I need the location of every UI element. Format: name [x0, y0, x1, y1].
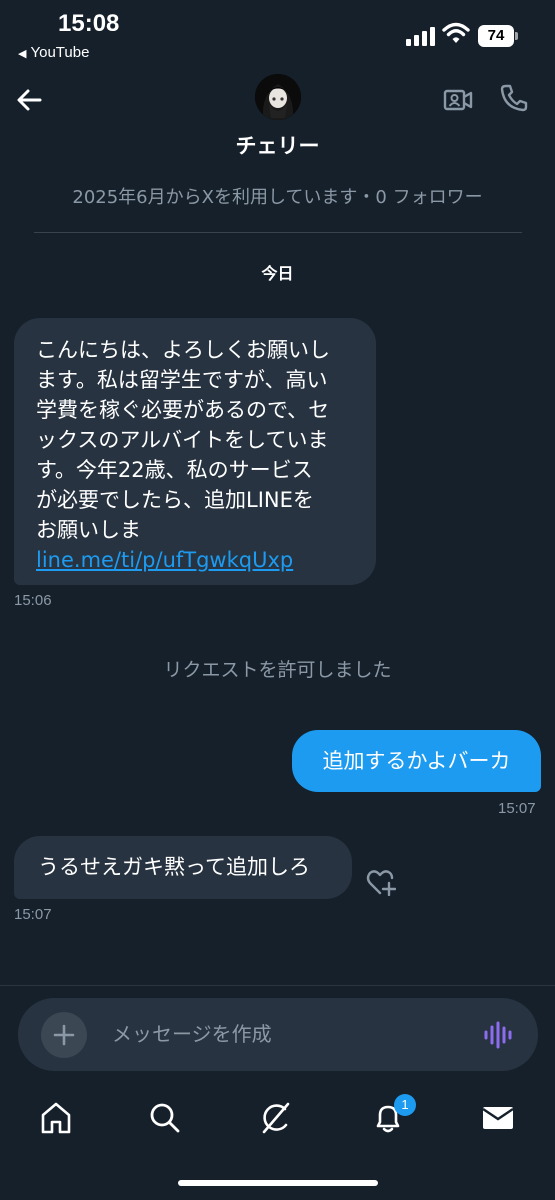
message-text-line: 学費を稼ぐ必要があるので、セ	[36, 398, 330, 422]
message-input-placeholder: メッセージを作成	[112, 1022, 272, 1046]
grok-icon[interactable]	[258, 1100, 294, 1136]
incoming-message-bubble[interactable]: こんにちは、よろしくお願いし ます。私は留学生ですが、高い 学費を稼ぐ必要がある…	[14, 318, 376, 585]
battery-indicator: 74	[478, 25, 514, 47]
back-app-label: YouTube	[30, 44, 90, 61]
home-icon[interactable]	[38, 1100, 74, 1136]
cellular-signal-icon	[406, 26, 436, 46]
conversation-header: チェリー	[0, 70, 555, 160]
message-text-line: が必要でしたら、追加LINEを	[36, 488, 314, 512]
wifi-icon	[442, 22, 470, 43]
divider	[34, 232, 522, 233]
notification-badge: 1	[394, 1094, 416, 1116]
back-triangle-icon: ◀	[18, 48, 27, 60]
message-text-line: ます。私は留学生ですが、高い	[36, 368, 328, 392]
message-timestamp: 15:06	[14, 592, 52, 609]
message-link[interactable]: line.me/ti/p/ufTgwkqUxp	[36, 545, 362, 575]
message-timestamp: 15:07	[14, 906, 52, 923]
add-media-button[interactable]	[41, 1012, 87, 1058]
battery-tip	[515, 32, 518, 40]
system-message: リクエストを許可しました	[163, 659, 392, 681]
outgoing-message-bubble[interactable]: 追加するかよバーカ	[292, 730, 541, 792]
message-text-line: す。今年22歳、私のサービス	[36, 458, 313, 482]
home-indicator	[178, 1180, 378, 1186]
message-text-line: こんにちは、よろしくお願いし	[36, 338, 330, 362]
message-timestamp: 15:07	[498, 800, 536, 817]
add-reaction-icon[interactable]	[366, 868, 396, 896]
compose-bar: メッセージを作成	[0, 985, 555, 1200]
incoming-message-bubble[interactable]: うるせえガキ黙って追加しろ	[14, 836, 352, 899]
message-input[interactable]: メッセージを作成	[18, 998, 538, 1071]
back-to-app-link[interactable]: ◀ YouTube	[18, 44, 89, 61]
voice-message-icon[interactable]	[483, 1020, 513, 1050]
messages-icon[interactable]	[480, 1100, 516, 1136]
message-text-line: ックスのアルバイトをしていま	[36, 428, 329, 452]
contact-avatar[interactable]	[255, 74, 301, 120]
search-icon[interactable]	[147, 1100, 183, 1136]
profile-info: 2025年6月からXを利用しています・0 フォロワー	[72, 187, 483, 208]
date-separator: 今日	[261, 264, 294, 283]
plus-icon	[53, 1024, 75, 1046]
phone-call-icon[interactable]	[498, 82, 530, 114]
back-arrow-icon[interactable]	[14, 84, 46, 116]
status-time: 15:08	[58, 10, 120, 37]
video-call-icon[interactable]	[442, 84, 474, 116]
status-bar: 15:08 ◀ YouTube 74	[0, 0, 555, 70]
contact-name[interactable]: チェリー	[0, 130, 555, 160]
message-text-line: お願いしま	[36, 518, 141, 542]
